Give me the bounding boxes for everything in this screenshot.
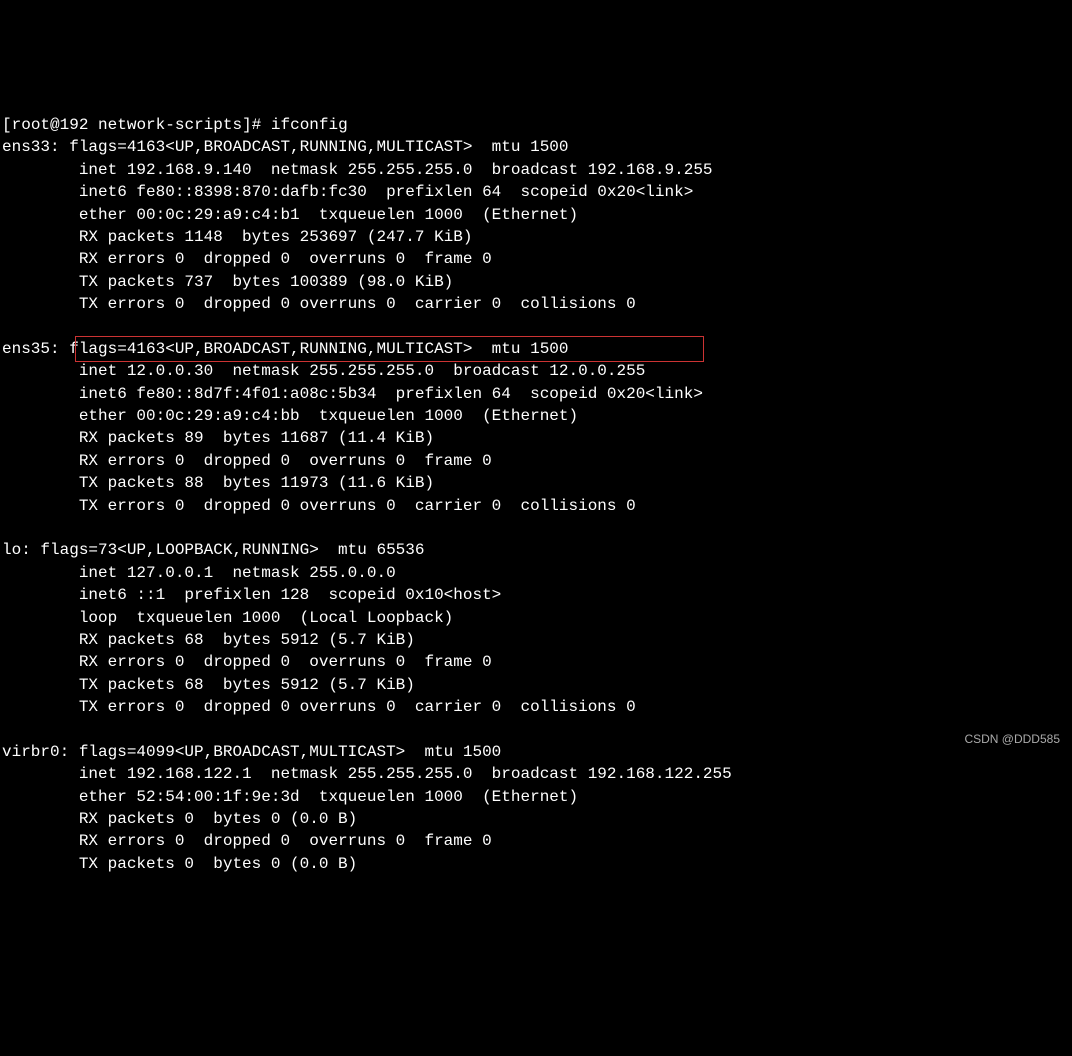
virbr0-rx-errors: RX errors 0 dropped 0 overruns 0 frame 0 — [2, 832, 492, 850]
ens33-tx-packets: TX packets 737 bytes 100389 (98.0 KiB) — [2, 273, 453, 291]
ens33-rx-errors: RX errors 0 dropped 0 overruns 0 frame 0 — [2, 250, 492, 268]
ens33-header: ens33: flags=4163<UP,BROADCAST,RUNNING,M… — [2, 138, 569, 156]
virbr0-rx-packets: RX packets 0 bytes 0 (0.0 B) — [2, 810, 357, 828]
ens35-rx-packets: RX packets 89 bytes 11687 (11.4 KiB) — [2, 429, 434, 447]
lo-inet6: inet6 ::1 prefixlen 128 scopeid 0x10<hos… — [2, 586, 501, 604]
ens35-rx-errors: RX errors 0 dropped 0 overruns 0 frame 0 — [2, 452, 492, 470]
lo-rx-errors: RX errors 0 dropped 0 overruns 0 frame 0 — [2, 653, 492, 671]
ens35-inet: inet 12.0.0.30 netmask 255.255.255.0 bro… — [2, 362, 645, 380]
ens35-tx-errors: TX errors 0 dropped 0 overruns 0 carrier… — [2, 497, 636, 515]
virbr0-header: virbr0: flags=4099<UP,BROADCAST,MULTICAS… — [2, 743, 501, 761]
ens33-tx-errors: TX errors 0 dropped 0 overruns 0 carrier… — [2, 295, 636, 313]
ens35-inet6: inet6 fe80::8d7f:4f01:a08c:5b34 prefixle… — [2, 385, 703, 403]
virbr0-tx-packets: TX packets 0 bytes 0 (0.0 B) — [2, 855, 357, 873]
lo-inet: inet 127.0.0.1 netmask 255.0.0.0 — [2, 564, 396, 582]
virbr0-inet: inet 192.168.122.1 netmask 255.255.255.0… — [2, 765, 732, 783]
lo-rx-packets: RX packets 68 bytes 5912 (5.7 KiB) — [2, 631, 415, 649]
ens35-tx-packets: TX packets 88 bytes 11973 (11.6 KiB) — [2, 474, 434, 492]
lo-header: lo: flags=73<UP,LOOPBACK,RUNNING> mtu 65… — [2, 541, 424, 559]
ens35-ether: ether 00:0c:29:a9:c4:bb txqueuelen 1000 … — [2, 407, 578, 425]
virbr0-ether: ether 52:54:00:1f:9e:3d txqueuelen 1000 … — [2, 788, 578, 806]
terminal-output[interactable]: [root@192 network-scripts]# ifconfig ens… — [2, 92, 1070, 898]
lo-tx-errors: TX errors 0 dropped 0 overruns 0 carrier… — [2, 698, 636, 716]
prompt-line: [root@192 network-scripts]# ifconfig — [2, 116, 348, 134]
ens33-inet: inet 192.168.9.140 netmask 255.255.255.0… — [2, 161, 713, 179]
watermark-text: CSDN @DDD585 — [964, 731, 1060, 748]
ens35-header: ens35: flags=4163<UP,BROADCAST,RUNNING,M… — [2, 340, 569, 358]
ens33-inet6: inet6 fe80::8398:870:dafb:fc30 prefixlen… — [2, 183, 693, 201]
ens33-rx-packets: RX packets 1148 bytes 253697 (247.7 KiB) — [2, 228, 472, 246]
lo-tx-packets: TX packets 68 bytes 5912 (5.7 KiB) — [2, 676, 415, 694]
ens33-ether: ether 00:0c:29:a9:c4:b1 txqueuelen 1000 … — [2, 206, 578, 224]
lo-loop: loop txqueuelen 1000 (Local Loopback) — [2, 609, 453, 627]
